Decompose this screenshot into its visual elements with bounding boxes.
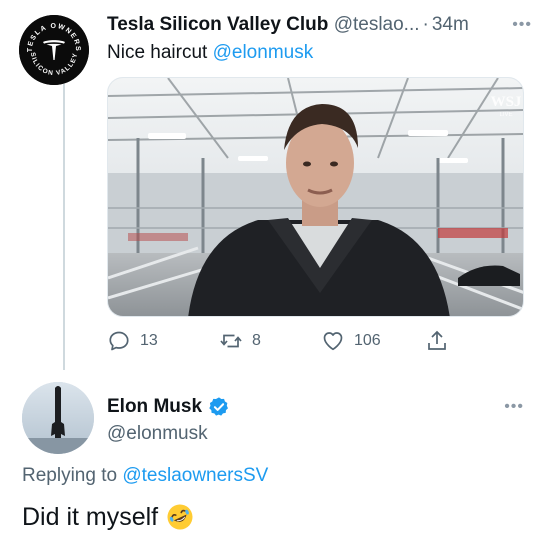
author-name[interactable]: Tesla Silicon Valley Club (107, 14, 328, 35)
replying-to-line: Replying to @teslaownersSV (22, 463, 268, 489)
reply-author-name[interactable]: Elon Musk (107, 394, 202, 420)
thread-connector-line (63, 84, 65, 370)
starship-avatar-image (22, 382, 94, 454)
share-icon (428, 330, 446, 350)
tweet-text: Nice haircut @elonmusk (107, 40, 313, 66)
share-button[interactable] (425, 326, 458, 356)
reply-count: 13 (140, 332, 158, 349)
reply-more-options-icon[interactable]: ••• (504, 398, 524, 416)
mention-link[interactable]: @elonmusk (213, 42, 314, 63)
media-watermark-logo: WSJ (491, 94, 522, 110)
tesla-owners-logo: TESLA OWNERS SILICON VALLEY (19, 15, 89, 85)
tweet-text-body: Nice haircut (107, 42, 213, 63)
tweet-timestamp[interactable]: 34m (432, 14, 469, 35)
tesla-owners-avatar[interactable]: TESLA OWNERS SILICON VALLEY (19, 15, 89, 85)
replying-to-label: Replying to (22, 465, 123, 486)
elon-musk-avatar[interactable] (22, 382, 94, 454)
reply-text: Did it myself (22, 500, 194, 534)
tweet-media-video[interactable]: WSJ LIVE (107, 77, 524, 317)
comment-icon (109, 331, 129, 351)
replying-to-mention[interactable]: @teslaownersSV (122, 465, 268, 486)
video-frame: WSJ LIVE (108, 78, 523, 316)
tweet-actions-bar: 13 8 106 (107, 326, 524, 356)
rolling-on-floor-laughing-emoji (167, 504, 193, 530)
heart-icon (323, 332, 343, 351)
reply-author-name-row: Elon Musk (107, 394, 230, 420)
retweet-icon (220, 334, 242, 348)
author-handle[interactable]: @teslao... (334, 14, 420, 35)
retweet-button[interactable]: 8 (219, 326, 261, 356)
reply-text-body: Did it myself (22, 503, 159, 531)
more-options-icon[interactable]: ••• (512, 12, 532, 38)
tweet-header: Tesla Silicon Valley Club @teslao... · 34m… (107, 12, 532, 38)
reply-author-handle[interactable]: @elonmusk (107, 421, 208, 447)
verified-badge-icon (209, 397, 228, 416)
like-count: 106 (354, 332, 381, 349)
media-watermark-sub: LIVE (499, 112, 512, 118)
reply-button[interactable]: 13 (107, 326, 158, 356)
time-separator: · (422, 14, 429, 35)
like-button[interactable]: 106 (321, 326, 381, 356)
retweet-count: 8 (252, 332, 261, 349)
